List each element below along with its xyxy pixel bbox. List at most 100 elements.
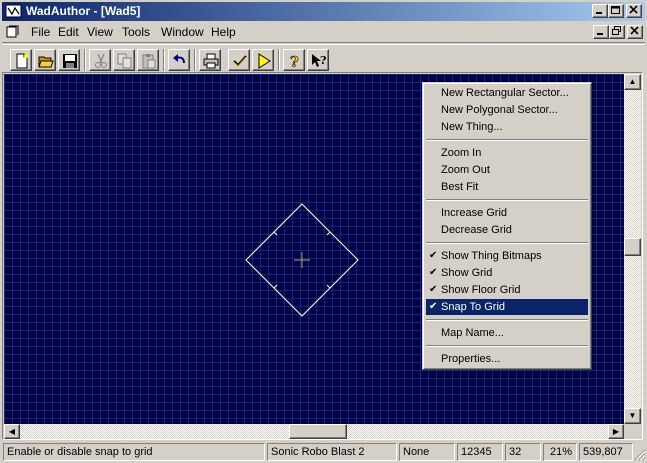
menu-item-label: Properties...: [441, 353, 501, 365]
menu-decrease-grid[interactable]: Decrease Grid: [426, 222, 588, 238]
menu-window[interactable]: Window: [161, 25, 204, 39]
status-coordinates: 539,807: [579, 443, 633, 461]
menu-view[interactable]: View: [87, 25, 113, 39]
toolbar-separator: [194, 49, 196, 71]
mdi-restore-button[interactable]: [609, 25, 625, 39]
menu-snap-to-grid[interactable]: ✔ Snap To Grid: [426, 299, 588, 315]
menu-edit[interactable]: Edit: [58, 25, 79, 39]
help-icon: ?: [290, 53, 300, 69]
scroll-left-button[interactable]: ◀: [4, 424, 20, 439]
menu-item-label: Decrease Grid: [441, 224, 512, 236]
copy-button[interactable]: [113, 49, 135, 71]
scroll-up-button[interactable]: ▲: [624, 74, 641, 90]
vertical-scrollbar[interactable]: ▲ ▼: [624, 74, 641, 424]
menu-file[interactable]: File: [31, 25, 50, 39]
print-button[interactable]: [199, 49, 221, 71]
menu-help[interactable]: Help: [211, 25, 236, 39]
resize-grip-icon[interactable]: [634, 449, 646, 461]
menu-item-label: Snap To Grid: [441, 301, 506, 313]
menu-bar: File Edit View Tools Window Help: [2, 22, 645, 41]
minimize-icon: [596, 12, 602, 14]
menu-new-rectangular-sector[interactable]: New Rectangular Sector...: [426, 85, 588, 101]
status-game: Sonic Robo Blast 2: [267, 443, 397, 461]
scroll-down-button[interactable]: ▼: [624, 408, 641, 424]
menu-item-label: New Polygonal Sector...: [441, 104, 558, 116]
new-button[interactable]: [10, 49, 32, 71]
menu-separator: [426, 139, 588, 141]
app-icon[interactable]: [6, 4, 22, 18]
checkmark-icon: ✔: [429, 301, 438, 312]
horizontal-scrollbar[interactable]: ◀ ▶: [4, 424, 624, 439]
menu-zoom-out[interactable]: Zoom Out: [426, 162, 588, 178]
mdi-close-button[interactable]: [627, 25, 643, 39]
menu-new-thing[interactable]: New Thing...: [426, 119, 588, 135]
vertical-scroll-thumb[interactable]: [624, 238, 641, 256]
restore-icon: [612, 26, 621, 35]
undo-icon: [173, 54, 185, 64]
run-icon: [258, 53, 271, 69]
title-bar[interactable]: WadAuthor - [Wad5]: [2, 2, 645, 21]
menu-show-thing-bitmaps[interactable]: ✔ Show Thing Bitmaps: [426, 248, 588, 264]
toolbar-separator: [278, 49, 280, 71]
menu-item-label: New Thing...: [441, 121, 503, 133]
menu-item-label: Increase Grid: [441, 207, 508, 219]
cut-button[interactable]: [89, 49, 111, 71]
maximize-button[interactable]: [608, 4, 624, 18]
open-button[interactable]: [34, 49, 56, 71]
context-help-button[interactable]: ?: [307, 49, 329, 71]
menu-separator: [426, 242, 588, 244]
toolbar-separator: [84, 49, 86, 71]
run-button[interactable]: [252, 49, 274, 71]
menu-item-label: Show Floor Grid: [441, 284, 521, 296]
mdi-minimize-button[interactable]: [593, 25, 609, 39]
undo-button[interactable]: [168, 49, 190, 71]
close-button[interactable]: [626, 4, 642, 18]
menu-properties[interactable]: Properties...: [426, 351, 588, 367]
menu-show-grid[interactable]: ✔ Show Grid: [426, 265, 588, 281]
linedef-tick: [273, 231, 278, 236]
open-icon: [38, 56, 54, 68]
menu-item-label: Show Grid: [441, 267, 493, 279]
menu-separator: [426, 319, 588, 321]
linedef-tick: [326, 284, 331, 289]
menu-separator: [426, 345, 588, 347]
scroll-right-button[interactable]: ▶: [608, 424, 624, 439]
menu-item-label: New Rectangular Sector...: [441, 87, 569, 99]
svg-text:?: ?: [320, 54, 326, 67]
menu-item-label: Zoom Out: [441, 164, 490, 176]
paste-icon: [142, 54, 156, 69]
context-menu: New Rectangular Sector... New Polygonal …: [422, 82, 592, 370]
help-button[interactable]: ?: [283, 49, 305, 71]
close-icon: [629, 5, 638, 14]
menu-tools[interactable]: Tools: [122, 25, 150, 39]
scrollbar-corner: [624, 424, 641, 439]
linedef-tick: [326, 231, 331, 236]
menu-item-label: Best Fit: [441, 181, 479, 193]
checkmark-icon: ✔: [429, 284, 438, 295]
copy-icon: [117, 53, 132, 69]
window-title: WadAuthor - [Wad5]: [26, 4, 141, 18]
menu-increase-grid[interactable]: Increase Grid: [426, 205, 588, 221]
cut-icon: [95, 53, 107, 68]
new-icon: [16, 53, 28, 69]
svg-text:?: ?: [290, 53, 299, 69]
minimize-button[interactable]: [592, 4, 608, 18]
menu-new-polygonal-sector[interactable]: New Polygonal Sector...: [426, 102, 588, 118]
menu-best-fit[interactable]: Best Fit: [426, 179, 588, 195]
menu-show-floor-grid[interactable]: ✔ Show Floor Grid: [426, 282, 588, 298]
status-message: Enable or disable snap to grid: [3, 443, 265, 461]
menu-separator: [426, 199, 588, 201]
horizontal-scroll-thumb[interactable]: [289, 424, 347, 439]
toolbar-band: ? ?: [2, 44, 645, 72]
minimize-icon: [597, 33, 603, 35]
checkmark-icon: ✔: [429, 267, 438, 278]
document-icon[interactable]: [6, 25, 20, 38]
toolbar: ? ?: [2, 42, 645, 72]
print-icon: [203, 53, 219, 69]
menu-zoom-in[interactable]: Zoom In: [426, 145, 588, 161]
menu-map-name[interactable]: Map Name...: [426, 325, 588, 341]
check-button[interactable]: [228, 49, 250, 71]
save-button[interactable]: [58, 49, 80, 71]
paste-button[interactable]: [137, 49, 159, 71]
save-icon: [63, 54, 77, 68]
